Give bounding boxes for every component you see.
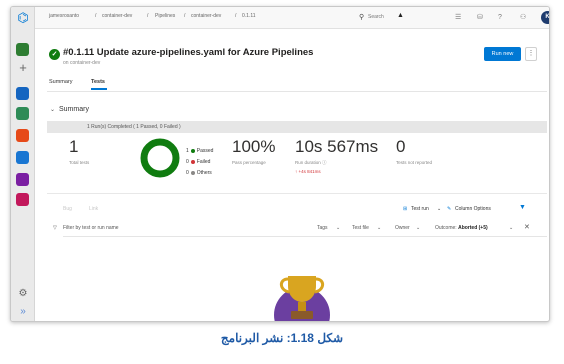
page-title: #0.1.11 Update azure-pipelines.yaml for … (63, 47, 314, 58)
test-plans-icon[interactable] (16, 173, 29, 186)
help-icon[interactable]: ? (498, 13, 502, 22)
filter-funnel-icon: ▽ (53, 225, 57, 231)
app-window: ⌬ + ⚙ » jamesrosanto / container-dev / P… (10, 6, 550, 322)
search-label: Search (368, 14, 384, 20)
figure-caption: شكل 1.18: نشر البرنامج (220, 331, 344, 345)
total-tests-label: Total tests (69, 160, 90, 165)
column-options-button[interactable]: Column Options (455, 206, 491, 212)
success-check-icon: ✓ (49, 49, 60, 60)
breadcrumb-pipeline[interactable]: container-dev (191, 13, 221, 19)
chevron-down-icon: ⌄ (509, 225, 514, 231)
pass-percentage-value: 100% (232, 137, 276, 156)
others-dot-icon (190, 170, 195, 175)
failed-dot-icon (190, 159, 195, 164)
boards-icon[interactable] (16, 107, 29, 120)
chevron-down-icon: ⌄ (437, 206, 442, 212)
breadcrumb-project[interactable]: container-dev (102, 13, 132, 19)
test-run-button[interactable]: Test run (411, 206, 429, 212)
settings-icon[interactable]: ⚙ (15, 287, 31, 301)
not-reported-value: 0 (396, 137, 406, 156)
azure-devops-icon[interactable]: ⌬ (15, 11, 31, 25)
test-run-icon: ⊞ (403, 206, 408, 212)
outcome-filter[interactable]: Outcome: Aborted (+5) (435, 225, 488, 231)
run-duration-value: 10s 567ms (295, 137, 379, 156)
repos-icon[interactable] (16, 129, 29, 142)
legend-failed: 0 Failed (186, 159, 211, 165)
top-bar: jamesrosanto / container-dev / Pipelines… (35, 7, 549, 29)
run-status-banner: 1 Run(s) Completed ( 1 Passed, 0 Failed … (47, 121, 547, 133)
trophy-illustration-icon (274, 276, 330, 321)
more-actions-button[interactable]: ⋮ (525, 47, 537, 61)
tab-tests[interactable]: Tests (91, 79, 105, 85)
expand-icon[interactable]: » (15, 305, 31, 319)
pass-donut-chart (140, 138, 180, 178)
pipelines-icon[interactable] (16, 151, 29, 164)
run-duration-delta: ↑ +4s 841ms (295, 169, 321, 174)
breadcrumb-org[interactable]: jamesrosanto (49, 13, 79, 19)
plus-icon[interactable]: + (15, 61, 31, 75)
left-nav: ⌬ + ⚙ » (11, 7, 35, 321)
legend-passed: 1 Passed (186, 148, 214, 154)
breadcrumb-run[interactable]: 0.1.11 (242, 13, 256, 19)
user-settings-icon[interactable]: ⚇ (520, 13, 526, 22)
mouse-cursor-icon: ▲ (397, 12, 404, 19)
search-icon: ⚲ (359, 14, 365, 21)
marketplace-icon[interactable]: ⛁ (477, 13, 483, 22)
run-branch: on container-dev (63, 60, 101, 66)
filter-search-input[interactable]: Filter by test or run name (63, 225, 119, 231)
artifacts-icon[interactable] (16, 193, 29, 206)
total-tests-value: 1 (69, 137, 79, 156)
run-new-button[interactable]: Run new (484, 47, 521, 61)
legend-others: 0 Others (186, 170, 212, 176)
run-duration-label: Run duration ⓘ (295, 160, 327, 165)
avatar[interactable]: K (541, 11, 549, 24)
breadcrumb-pipelines[interactable]: Pipelines (155, 13, 175, 19)
pass-percentage-label: Pass percentage (232, 160, 266, 165)
tab-divider (47, 91, 547, 92)
donut-passed-arc (140, 138, 180, 178)
chevron-down-icon: ⌄ (377, 225, 382, 231)
run-status-text: 1 Run(s) Completed ( 1 Passed, 0 Failed … (87, 124, 181, 130)
chevron-down-icon: ⌄ (416, 225, 421, 231)
filter-icon[interactable]: ▼ (519, 204, 526, 211)
passed-dot-icon (190, 148, 195, 153)
search-box[interactable]: ⚲ Search (355, 12, 425, 24)
section-divider (47, 193, 547, 194)
collapse-chevron-icon[interactable]: ⌄ (50, 106, 55, 113)
tab-summary[interactable]: Summary (49, 79, 73, 85)
project-icon[interactable] (16, 43, 29, 56)
chevron-down-icon: ⌄ (336, 225, 341, 231)
column-options-icon: ✎ (447, 206, 452, 212)
overview-icon[interactable] (16, 87, 29, 100)
link-button[interactable]: Link (89, 206, 98, 212)
list-icon[interactable]: ☰ (455, 13, 461, 22)
bug-button[interactable]: Bug (63, 206, 72, 212)
owner-filter[interactable]: Owner (395, 225, 410, 231)
clear-filters-close-icon[interactable]: ✕ (524, 223, 530, 231)
tags-filter[interactable]: Tags (317, 225, 328, 231)
test-file-filter[interactable]: Test file (352, 225, 369, 231)
summary-title[interactable]: Summary (59, 106, 89, 113)
not-reported-label: Tests not reported (396, 160, 433, 165)
active-tab-indicator (91, 88, 107, 90)
